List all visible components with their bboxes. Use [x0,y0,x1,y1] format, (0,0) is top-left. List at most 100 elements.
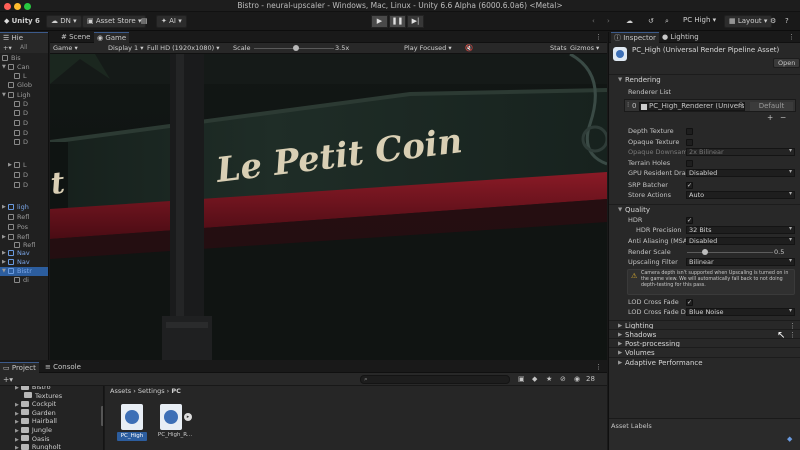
play-focused-dropdown[interactable]: Play Focused ▾ [404,43,452,54]
remove-renderer-button[interactable]: − [780,113,786,122]
breadcrumb-settings[interactable]: Settings [138,387,165,395]
foldout-closed-icon[interactable]: ▶ [15,419,19,425]
display-dropdown[interactable]: Display 1 ▾ [108,43,144,54]
opaque-texture-checkbox[interactable] [686,138,693,146]
rendering-section-header[interactable]: ▼ Rendering [609,74,800,84]
forward-icon[interactable]: › [607,15,610,28]
srp-batcher-checkbox[interactable]: ✓ [686,181,693,189]
foldout-closed-icon[interactable]: ▶ [15,402,19,408]
scale-slider-handle[interactable] [293,45,299,51]
hierarchy-item[interactable]: ▶ L [0,161,48,170]
hierarchy-search-input[interactable]: All [20,44,27,51]
search-icon[interactable]: ⌕ [665,15,669,28]
anti-aliasing-dropdown[interactable]: Disabled [686,237,795,245]
game-view-menu-icon[interactable]: ⋮ [595,33,602,41]
unity-menu[interactable]: ◆ Unity 6 [4,15,40,28]
foldout-closed-icon[interactable]: ▶ [15,428,19,434]
hierarchy-item[interactable]: Glob [0,81,48,90]
upscaling-filter-dropdown[interactable]: Bilinear [686,258,795,266]
hierarchy-item[interactable]: D [0,119,48,128]
render-scale-slider-handle[interactable] [702,249,709,255]
search-by-type-icon[interactable]: ▣ [518,375,525,383]
project-menu-icon[interactable]: ⋮ [595,363,602,371]
asset-store-button[interactable]: ▣ Asset Store ▾ [82,15,147,28]
gpu-resident-drawer-dropdown[interactable]: Disabled [686,169,795,177]
open-button[interactable]: Open [773,58,800,68]
terrain-holes-checkbox[interactable] [686,159,693,167]
pause-button[interactable]: ❚❚ [389,15,406,28]
foldout-open-icon[interactable]: ▼ [2,91,6,100]
project-search-input[interactable]: ⌕ [360,375,510,384]
hierarchy-item[interactable]: D [0,109,48,118]
ai-button[interactable]: ✦ AI ▾ [156,15,187,28]
hierarchy-item[interactable]: ▼ Ligh [0,91,48,100]
hierarchy-item[interactable]: ▶ Nav [0,249,48,258]
hierarchy-item[interactable]: ▼ Bistr [0,267,48,276]
foldout-closed-icon[interactable]: ▶ [8,161,12,170]
create-asset-button[interactable]: +▾ [3,375,13,384]
drag-handle-icon[interactable]: ⁞ [627,101,629,109]
quality-section-header[interactable]: ▼ Quality [609,204,800,214]
inspector-menu-icon[interactable]: ⋮ [788,33,795,41]
tab-project[interactable]: ▭ Project [0,362,39,373]
hierarchy-item[interactable]: Refl [0,213,48,222]
hierarchy-item[interactable]: di [0,276,48,285]
breadcrumb-assets[interactable]: Assets [110,387,131,395]
hierarchy-item[interactable]: D [0,181,48,190]
set-default-button[interactable]: Default [750,102,793,111]
hierarchy-item[interactable]: D [0,129,48,138]
game-viewport[interactable]: Le Petit Coin t [50,54,607,360]
history-icon[interactable]: ↺ [648,15,654,28]
store-actions-dropdown[interactable]: Auto [686,191,795,199]
add-icon[interactable]: +▾ [3,44,12,52]
package-icon[interactable]: ▤ [141,15,148,28]
render-scale-slider-track[interactable] [687,252,773,253]
foldout-closed-icon[interactable]: ▶ [15,411,19,417]
hdr-precision-dropdown[interactable]: 32 Bits [686,226,795,234]
gizmos-dropdown[interactable]: Gizmos ▾ [570,43,599,54]
foldout-closed-icon[interactable]: ▶ [2,249,6,258]
foldout-closed-icon[interactable]: ▶ [15,445,19,450]
foldout-open-icon[interactable]: ▼ [2,267,6,276]
tab-lighting[interactable]: ● Lighting [659,32,702,43]
adaptive-performance-section-header[interactable]: ▶ Adaptive Performance [609,357,800,367]
hierarchy-item[interactable]: ▶ Nav [0,258,48,267]
hierarchy-item[interactable]: L [0,72,48,81]
hdr-checkbox[interactable]: ✓ [686,216,693,224]
stats-button[interactable]: Stats [550,43,567,54]
foldout-closed-icon[interactable]: ▶ [15,386,19,391]
opaque-downsampling-dropdown[interactable]: 2x Bilinear [686,148,795,156]
hierarchy-item[interactable]: ▶ ligh [0,203,48,212]
layout-dropdown[interactable]: ▦ Layout ▾ [724,15,773,28]
volumes-section-header[interactable]: ▶ Volumes [609,347,800,357]
renderer-object-field[interactable]: PC_High_Renderer (Universal [639,102,745,111]
foldout-closed-icon[interactable]: ▶ [15,437,19,443]
step-button[interactable]: ▶| [407,15,424,28]
label-tag-icon[interactable]: ◆ [787,435,792,443]
favorites-icon[interactable]: ★ [546,375,552,383]
foldout-open-icon[interactable]: ▼ [2,63,6,72]
play-button[interactable]: ▶ [371,15,388,28]
tab-inspector[interactable]: ⓘ Inspector [611,32,659,43]
hidden-packages-icon[interactable]: ⊘ [560,375,566,383]
object-picker-icon[interactable]: ⊙ [738,101,744,109]
quality-level-dropdown[interactable]: PC High ▾ [679,15,720,28]
hierarchy-item[interactable]: ▼ Can [0,63,48,72]
collab-icon[interactable]: ☁ [626,15,633,28]
breadcrumb-pc[interactable]: PC [171,387,181,395]
lod-cross-fade-dither-dropdown[interactable]: Blue Noise [686,308,795,316]
renderer-list-item[interactable]: ⁞ 0 PC_High_Renderer (Universal ⊙ Defaul… [624,99,796,112]
foldout-closed-icon[interactable]: ▶ [2,203,6,212]
lod-cross-fade-checkbox[interactable]: ✓ [686,298,693,306]
depth-texture-checkbox[interactable] [686,127,693,135]
game-mode-dropdown[interactable]: Game ▾ [53,43,78,54]
settings-gear-icon[interactable]: ⚙ [770,15,776,28]
asset-tile-pc-high[interactable]: PC_High [117,404,147,444]
mute-audio-icon[interactable]: 🔇 [465,43,473,54]
expand-subasset-icon[interactable]: ▸ [184,413,192,421]
hierarchy-item[interactable]: D [0,100,48,109]
add-renderer-button[interactable]: + [767,113,773,122]
hierarchy-item[interactable]: ▼Bis [0,54,48,63]
visibility-eye-icon[interactable]: ◉ [574,375,580,383]
tab-scene[interactable]: # Scene [58,32,93,43]
